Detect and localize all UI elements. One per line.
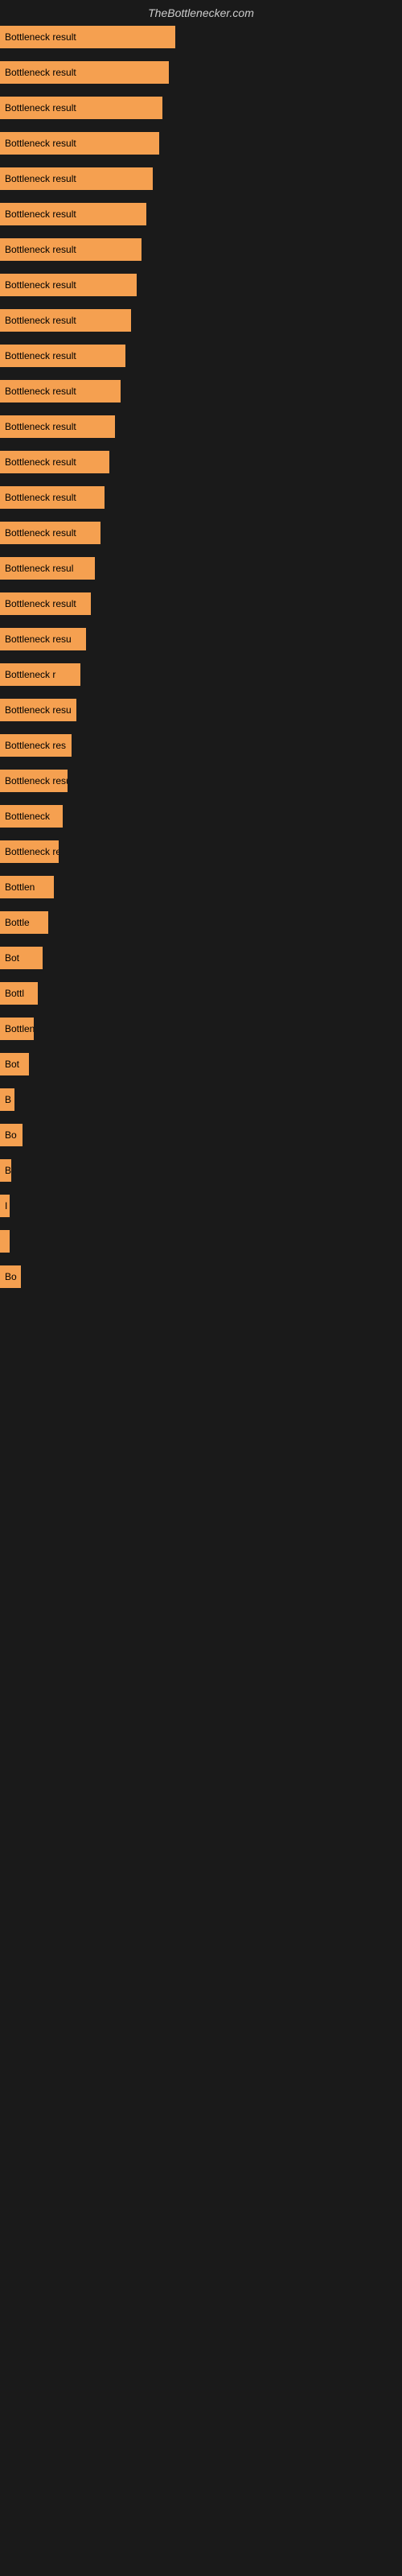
bottleneck-bar: Bottleneck result [0, 26, 175, 48]
bottleneck-bar: Bottleneck r [0, 663, 80, 686]
bottleneck-bar: Bottleneck result [0, 345, 125, 367]
bar-item: Bottleneck resu [0, 840, 402, 863]
bar-item: B [0, 1159, 402, 1182]
bottleneck-bar: Bottleneck resu [0, 840, 59, 863]
bottleneck-bar: Bottleneck result [0, 770, 68, 792]
bar-item: Bottleneck resu [0, 628, 402, 650]
bar-item: Bottleneck result [0, 274, 402, 296]
bar-item: Bottleneck result [0, 132, 402, 155]
bar-item: Bottl [0, 982, 402, 1005]
bar-item: Bottleneck result [0, 451, 402, 473]
bottleneck-bar: Bottleneck resu [0, 699, 76, 721]
bar-item: Bottlen [0, 876, 402, 898]
bar-item: Bot [0, 947, 402, 969]
bottleneck-bar: Bottleneck result [0, 61, 169, 84]
bottleneck-bar: Bottleneck result [0, 167, 153, 190]
bottleneck-bar: B [0, 1159, 11, 1182]
bottleneck-bar: Bottleneck result [0, 203, 146, 225]
bar-item: B [0, 1088, 402, 1111]
bars-wrapper: Bottleneck result Bottleneck result Bottle… [0, 23, 402, 1290]
bottleneck-bar: Bo [0, 1265, 21, 1288]
bar-item [0, 1230, 402, 1253]
bar-item: Bo [0, 1124, 402, 1146]
bar-item: Bottleneck result [0, 203, 402, 225]
bottleneck-bar: B [0, 1088, 14, 1111]
bar-item: Bottleneck result [0, 486, 402, 509]
bar-item: Bottleneck result [0, 345, 402, 367]
bar-item: Bo [0, 1265, 402, 1288]
site-title: TheBottlenecker.com [0, 0, 402, 23]
bottleneck-bar: Bottleneck resul [0, 557, 95, 580]
bar-item: Bottleneck resul [0, 557, 402, 580]
bottleneck-bar: Bottleneck result [0, 97, 162, 119]
bottleneck-bar: Bottleneck result [0, 486, 105, 509]
bar-item: Bottleneck result [0, 415, 402, 438]
bar-item: Bottleneck result [0, 97, 402, 119]
bottleneck-bar: Bottleneck result [0, 415, 115, 438]
site-header: TheBottlenecker.com [0, 0, 402, 23]
bar-item: Bottleneck result [0, 238, 402, 261]
bar-item: Bottleneck result [0, 309, 402, 332]
bottleneck-bar: Bottleneck result [0, 592, 91, 615]
bottleneck-bar: Bot [0, 1053, 29, 1075]
bottleneck-bar: Bottleneck result [0, 522, 100, 544]
bottleneck-bar [0, 1230, 10, 1253]
bottleneck-bar: I [0, 1195, 10, 1217]
bottleneck-bar: Bottle [0, 911, 48, 934]
bar-item: Bottleneck result [0, 770, 402, 792]
bar-item: Bottlene [0, 1018, 402, 1040]
bottleneck-bar: Bottleneck result [0, 274, 137, 296]
bottleneck-bar: Bottleneck result [0, 309, 131, 332]
bottleneck-bar: Bottl [0, 982, 38, 1005]
bar-item: Bottleneck r [0, 663, 402, 686]
bottleneck-bar: Bottleneck res [0, 734, 72, 757]
bar-item: Bottleneck result [0, 592, 402, 615]
bottleneck-bar: Bottleneck result [0, 451, 109, 473]
bar-item: I [0, 1195, 402, 1217]
bottleneck-bar: Bot [0, 947, 43, 969]
bar-item: Bottleneck res [0, 734, 402, 757]
bottleneck-bar: Bo [0, 1124, 23, 1146]
bottleneck-bar: Bottleneck [0, 805, 63, 828]
bar-item: Bottleneck [0, 805, 402, 828]
bottleneck-bar: Bottleneck result [0, 238, 142, 261]
bar-item: Bottle [0, 911, 402, 934]
bottleneck-bar: Bottleneck result [0, 132, 159, 155]
bar-item: Bottleneck result [0, 61, 402, 84]
bottleneck-bar: Bottleneck result [0, 380, 121, 402]
bar-item: Bot [0, 1053, 402, 1075]
bottleneck-bar: Bottlene [0, 1018, 34, 1040]
bar-item: Bottleneck result [0, 167, 402, 190]
bottleneck-bar: Bottleneck resu [0, 628, 86, 650]
bar-item: Bottleneck result [0, 26, 402, 48]
bar-item: Bottleneck result [0, 380, 402, 402]
bottleneck-bar: Bottlen [0, 876, 54, 898]
bar-item: Bottleneck resu [0, 699, 402, 721]
bar-item: Bottleneck result [0, 522, 402, 544]
